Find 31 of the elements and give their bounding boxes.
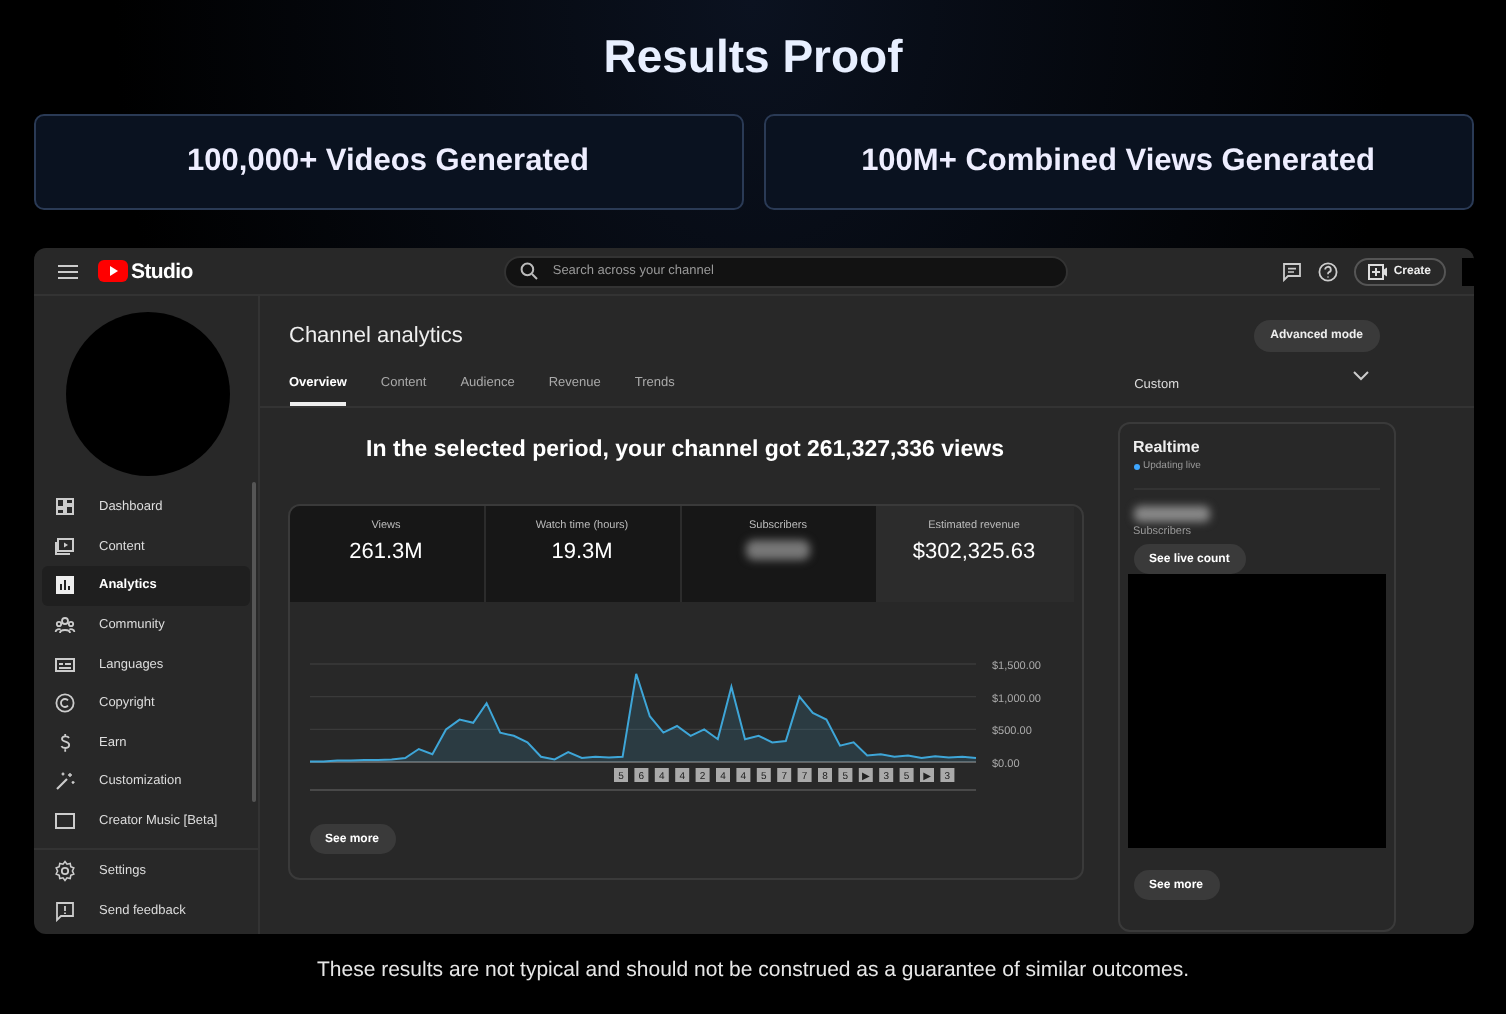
add-video-icon [1367, 263, 1388, 279]
live-dot [1133, 463, 1139, 469]
help-icon [1317, 261, 1338, 281]
page-heading: Channel analytics [289, 323, 463, 347]
message-icon [1281, 261, 1302, 281]
disclaimer: These results are not typical and should not be construed as a guarantee of similar outcomes. [317, 958, 1189, 982]
settings-icon [53, 860, 75, 883]
realtime-title: Realtime [1133, 438, 1202, 456]
chevron-down-icon [1351, 370, 1369, 382]
video-icon [53, 535, 75, 558]
search-icon [520, 262, 539, 280]
metric-value: 261.3M [349, 540, 423, 564]
blurred-value [1133, 506, 1209, 522]
logo-text: Studio [131, 259, 193, 283]
menu-icon [57, 263, 77, 279]
dashboard-icon [53, 496, 75, 519]
stat-card: 100,000+ Videos Generated [33, 114, 743, 210]
metric-value: 19.3M [551, 540, 613, 564]
copyright-icon [53, 692, 75, 715]
page-title: Results Proof [603, 28, 903, 84]
summary-headline: In the selected period, your channel got 261,327,336 views [366, 438, 1004, 466]
account-avatar[interactable] [1461, 257, 1473, 285]
feedback-icon [53, 899, 75, 922]
metric-value: $302,325.63 [912, 540, 1036, 564]
magic-wand-icon [53, 770, 75, 793]
bar-chart-icon [53, 574, 75, 597]
play-logo-icon [97, 260, 127, 282]
stat-card: 100M+ Combined Views Generated [763, 114, 1473, 210]
people-icon [53, 614, 75, 637]
subtitles-icon [53, 653, 75, 676]
scrollbar[interactable] [251, 482, 255, 802]
